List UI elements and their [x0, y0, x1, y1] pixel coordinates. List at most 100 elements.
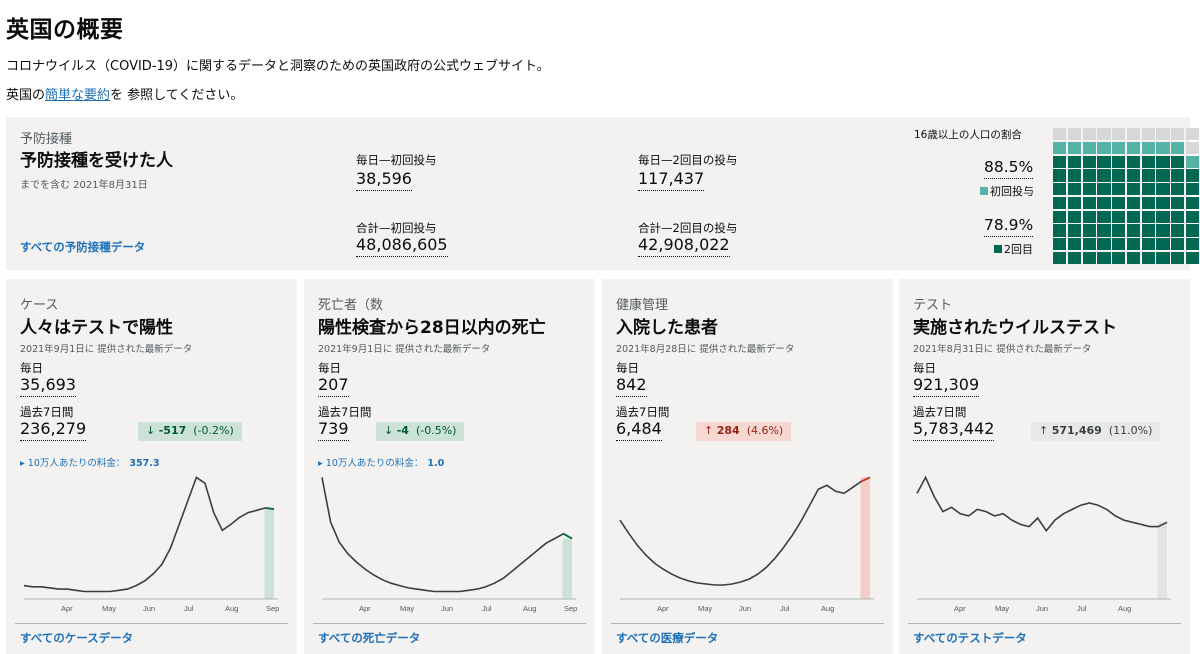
daily-value[interactable]: 207 [318, 375, 349, 397]
waffle-cell [1097, 169, 1111, 182]
month-tick-label: May [698, 604, 712, 613]
waffle-cell [1112, 155, 1126, 168]
vaccination-caption: 予防接種 [20, 132, 73, 147]
waffle-cell [1126, 128, 1141, 141]
waffle-cell [1097, 196, 1111, 210]
waffle-cell [1171, 224, 1185, 237]
first-dose-legend: 初回投与 [980, 183, 1034, 199]
weekly-change-badge: ↑ 284 (4.6%) [696, 422, 792, 441]
population-percentage-label: 16歳以上の人口の割合 [914, 129, 1022, 141]
waffle-cell [1186, 252, 1200, 265]
card-divider [611, 623, 884, 624]
waffle-cell [1126, 224, 1141, 237]
month-tick-label: Jun [143, 604, 155, 613]
metric-card: ケース 人々はテストで陽性 2021年9月1日に 提供された最新データ 毎日 3… [6, 279, 297, 654]
waffle-cell [1112, 128, 1126, 141]
second-dose-percentage[interactable]: 78.9% [984, 216, 1034, 237]
waffle-cell [1126, 169, 1141, 182]
daily-value[interactable]: 35,693 [20, 375, 76, 397]
waffle-cell [1053, 224, 1067, 237]
second-dose-swatch-icon [994, 245, 1002, 253]
waffle-cell [1082, 128, 1096, 141]
waffle-cell [1067, 128, 1081, 141]
waffle-cell [1067, 141, 1081, 154]
arrow-down-icon: ↓ [384, 424, 394, 437]
waffle-cell [1053, 155, 1067, 168]
waffle-cell [1112, 141, 1126, 154]
waffle-cell [1141, 252, 1155, 265]
waffle-cell [1171, 183, 1185, 196]
card-data-link[interactable]: すべての死亡データ [318, 630, 420, 646]
waffle-cell [1171, 238, 1185, 251]
weekly-label: 過去7日間 [20, 405, 74, 419]
waffle-cell [1171, 210, 1185, 223]
daily-second-dose-value[interactable]: 117,437 [638, 169, 705, 191]
daily-value[interactable]: 921,309 [913, 375, 980, 397]
all-vaccination-data-link[interactable]: すべての予防接種データ [20, 239, 145, 255]
weekly-value[interactable]: 6,484 [616, 419, 662, 441]
summary-line: 英国の簡単な要約を 参照してください。 [6, 84, 243, 103]
card-data-link[interactable]: すべての医療データ [616, 630, 718, 646]
waffle-cell [1053, 183, 1067, 196]
waffle-cell [1126, 210, 1141, 223]
simple-summary-link[interactable]: 簡単な要約 [45, 88, 110, 103]
second-dose-legend-label: 2回目 [1004, 243, 1033, 256]
weekly-value[interactable]: 5,783,442 [913, 419, 995, 441]
waffle-cell [1141, 155, 1155, 168]
waffle-cell [1141, 128, 1155, 141]
waffle-cell [1126, 252, 1141, 265]
weekly-value[interactable]: 739 [318, 419, 349, 441]
waffle-cell [1053, 169, 1067, 182]
waffle-cell [1141, 238, 1155, 251]
card-data-link[interactable]: すべてのケースデータ [20, 630, 133, 646]
card-divider [313, 623, 586, 624]
first-dose-percentage[interactable]: 88.5% [984, 158, 1034, 179]
daily-first-dose-value[interactable]: 38,596 [356, 169, 412, 191]
waffle-cell [1067, 196, 1081, 210]
total-first-dose-label: 合計—初回投与 [356, 221, 437, 235]
waffle-cell [1112, 210, 1126, 223]
waffle-cell [1156, 224, 1170, 237]
last-week-trend-segment [562, 533, 573, 540]
daily-label: 毎日 [913, 361, 936, 375]
waffle-cell [1053, 252, 1067, 265]
weekly-value[interactable]: 236,279 [20, 419, 87, 441]
weekly-change-badge: ↑ 571,469 (11.0%) [1031, 422, 1161, 441]
waffle-cell [1126, 183, 1141, 196]
daily-second-dose-label: 毎日—2回目の投与 [638, 153, 738, 167]
waffle-cell [1171, 169, 1185, 182]
waffle-cell [1082, 224, 1096, 237]
trend-chart: Apr May Jun Jul Aug Sep [23, 476, 279, 613]
card-title: 陽性検査から28日以内の死亡 [318, 318, 546, 338]
waffle-cell [1141, 224, 1155, 237]
waffle-cell [1067, 224, 1081, 237]
waffle-cell [1186, 238, 1200, 251]
waffle-cell [1126, 155, 1141, 168]
waffle-cell [1082, 252, 1096, 265]
waffle-cell [1097, 238, 1111, 251]
month-tick-label: May [102, 604, 116, 613]
page-title: 英国の概要 [6, 17, 124, 43]
trend-chart: Apr May Jun Jul Aug Sep [321, 477, 577, 613]
arrow-down-icon: ↓ [146, 424, 156, 437]
waffle-cell [1112, 224, 1126, 237]
waffle-cell [1067, 183, 1081, 196]
waffle-cell [1112, 169, 1126, 182]
total-second-dose-value[interactable]: 42,908,022 [638, 235, 730, 257]
daily-value[interactable]: 842 [616, 375, 647, 397]
waffle-cell [1141, 169, 1155, 182]
card-updated-note: 2021年8月31日に 提供された最新データ [913, 344, 1092, 355]
card-category: 健康管理 [616, 298, 669, 313]
trend-chart: Apr May Jun Jul Aug [916, 475, 1171, 613]
total-first-dose-value[interactable]: 48,086,605 [356, 235, 448, 257]
waffle-cell [1171, 196, 1185, 210]
card-data-link[interactable]: すべてのテストデータ [913, 630, 1027, 646]
daily-label: 毎日 [20, 361, 43, 375]
last-week-highlight [1157, 522, 1167, 599]
trend-line [23, 476, 275, 593]
arrow-up-icon: ↑ [1039, 424, 1049, 437]
weekly-change-badge: ↓ -4 (-0.5%) [376, 422, 465, 441]
waffle-cell [1156, 252, 1170, 265]
vaccination-waffle-chart [1053, 128, 1200, 265]
month-tick-label: Jun [441, 604, 453, 613]
